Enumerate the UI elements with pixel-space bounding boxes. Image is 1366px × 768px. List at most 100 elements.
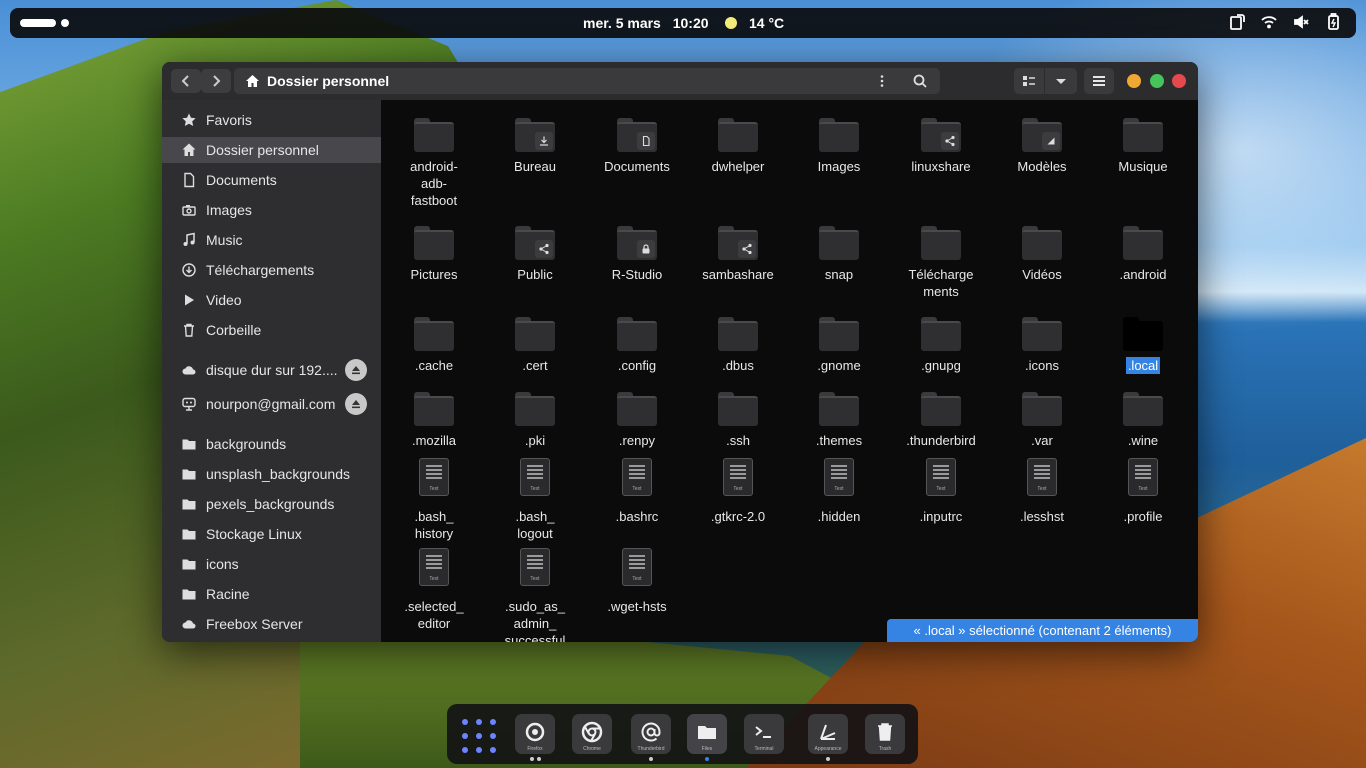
folder-item[interactable]: dwhelper [688,118,788,175]
sidebar-item[interactable]: Dossier personnel [162,137,381,163]
folder-item[interactable]: .gnome [789,317,889,374]
folder-item[interactable]: Bureau [485,118,585,175]
folder-item[interactable]: Public [485,226,585,283]
sidebar-item-label: Freebox Server [206,616,303,632]
folder-item[interactable]: .gnupg [891,317,991,374]
eject-button[interactable] [345,393,367,415]
sidebar-item[interactable]: Music [162,227,381,253]
workspace-indicator[interactable] [61,19,69,27]
dock-app[interactable]: Files [687,714,727,754]
minimize-button[interactable] [1127,74,1141,88]
folder-item[interactable]: .local [1093,317,1193,374]
sidebar-item[interactable]: Images [162,197,381,223]
folder-item[interactable]: android- adb- fastboot [384,118,484,209]
folder-icon [414,317,454,351]
folder-item[interactable]: .thunderbird [891,392,991,449]
file-item[interactable]: Text .selected_ editor [384,548,484,632]
forward-button[interactable] [201,69,231,93]
sidebar-item[interactable]: Stockage Linux [162,521,381,547]
folder-item[interactable]: .ssh [688,392,788,449]
file-item[interactable]: Text .wget-hsts [587,548,687,615]
folder-item[interactable]: .pki [485,392,585,449]
sidebar-item[interactable]: nourpon@gmail.com [162,391,381,417]
folder-item[interactable]: .icons [992,317,1092,374]
folder-item[interactable]: .var [992,392,1092,449]
path-menu-button[interactable] [868,68,896,94]
sidebar-item[interactable]: Video [162,287,381,313]
folder-item[interactable]: Pictures [384,226,484,283]
wifi-icon[interactable] [1260,13,1278,31]
main-menu-button[interactable] [1084,68,1114,94]
sidebar-item[interactable]: Téléchargements [162,257,381,283]
folder-item[interactable]: Images [789,118,889,175]
search-button[interactable] [904,68,936,94]
dock-app[interactable]: Trash [865,714,905,754]
path-bar[interactable]: Dossier personnel [234,68,940,94]
home-icon [181,142,197,158]
file-item[interactable]: Text .bashrc [587,458,687,525]
folder-item[interactable]: .config [587,317,687,374]
file-item[interactable]: Text .bash_ history [384,458,484,542]
dock-app[interactable]: Firefox [515,714,555,754]
folder-item[interactable]: Vidéos [992,226,1092,283]
folder-item[interactable]: .android [1093,226,1193,283]
dock-app[interactable]: Chrome [572,714,612,754]
folder-item[interactable]: Musique [1093,118,1193,175]
file-item[interactable]: Text .sudo_as_ admin_ successful [485,548,585,642]
view-options-button[interactable] [1045,68,1077,94]
item-label: .gnupg [921,358,961,373]
folder-item[interactable]: .wine [1093,392,1193,449]
dock-app[interactable]: Appearance [808,714,848,754]
show-apps-button[interactable] [462,719,496,753]
sidebar-item[interactable]: Favoris [162,107,381,133]
sidebar-item[interactable]: unsplash_backgrounds [162,461,381,487]
close-button[interactable] [1172,74,1186,88]
battery-icon[interactable] [1324,13,1342,31]
folder-item[interactable]: snap [789,226,889,283]
item-label: .bash_ logout [515,509,555,541]
sidebar-item[interactable]: backgrounds [162,431,381,457]
sidebar-item[interactable]: Freebox Server [162,611,381,637]
file-item[interactable]: Text .bash_ logout [485,458,585,542]
file-item[interactable]: Text .hidden [789,458,889,525]
dock-app[interactable]: Terminal [744,714,784,754]
clock[interactable]: mer. 5 mars 10:20 [583,15,717,31]
dock-app-label: Appearance [814,746,842,752]
folder-item[interactable]: linuxshare [891,118,991,175]
weather-temperature[interactable]: 14 °C [749,15,784,31]
sidebar-item[interactable]: disque dur sur 192.... [162,357,381,383]
folder-item[interactable]: Modèles [992,118,1092,175]
folder-item[interactable]: sambashare [688,226,788,283]
workspace-indicator-active[interactable] [20,19,56,27]
sidebar-item[interactable]: Corbeille [162,317,381,343]
view-toggle-button[interactable] [1014,68,1044,94]
folder-item[interactable]: .dbus [688,317,788,374]
folder-item[interactable]: Télécharge ments [891,226,991,300]
dock-app[interactable]: Thunderbird [631,714,671,754]
screen-rotate-icon[interactable] [1228,13,1246,31]
volume-muted-icon[interactable] [1292,13,1310,31]
folder-item[interactable]: .mozilla [384,392,484,449]
file-item[interactable]: Text .gtkrc-2.0 [688,458,788,525]
sidebar-item[interactable]: icons [162,551,381,577]
folder-item[interactable]: R-Studio [587,226,687,283]
folder-item[interactable]: .cache [384,317,484,374]
system-tray[interactable] [1228,13,1342,31]
item-label: .lesshst [1019,509,1065,524]
folder-item[interactable]: .themes [789,392,889,449]
sidebar-item[interactable]: Racine [162,581,381,607]
file-item[interactable]: Text .lesshst [992,458,1092,525]
text-file-label: Text [1037,486,1047,492]
folder-item[interactable]: .renpy [587,392,687,449]
file-item[interactable]: Text .inputrc [891,458,991,525]
maximize-button[interactable] [1150,74,1164,88]
path-current-folder[interactable]: Dossier personnel [267,73,389,89]
appearance-icon [820,724,836,740]
file-item[interactable]: Text .profile [1093,458,1193,525]
sidebar-item[interactable]: pexels_backgrounds [162,491,381,517]
folder-item[interactable]: .cert [485,317,585,374]
sidebar-item[interactable]: Documents [162,167,381,193]
folder-item[interactable]: Documents [587,118,687,175]
eject-button[interactable] [345,359,367,381]
back-button[interactable] [171,69,201,93]
